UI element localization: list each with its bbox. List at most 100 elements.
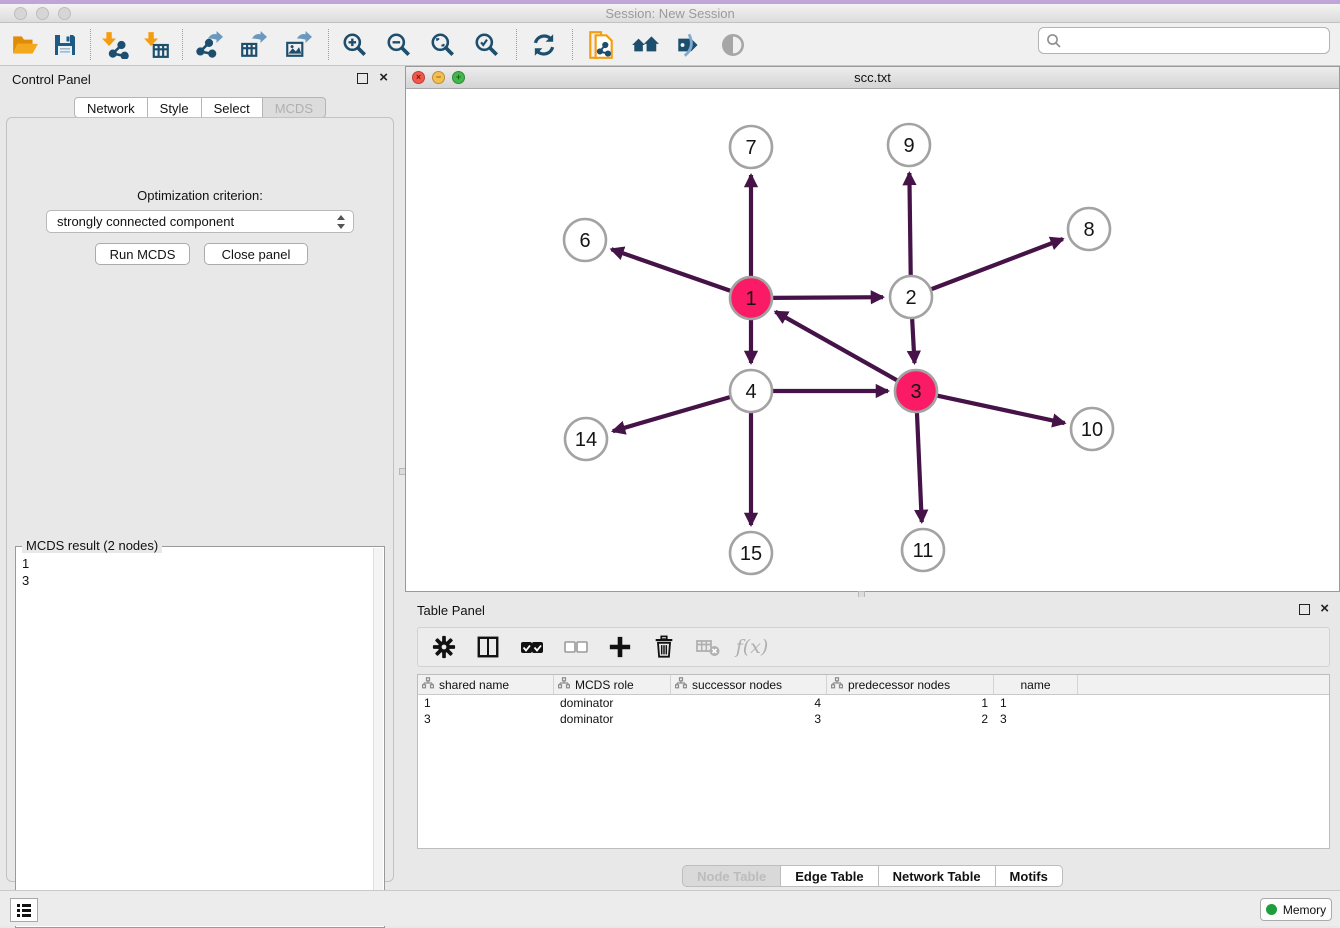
import-table-icon[interactable] <box>140 28 174 62</box>
graph-edge-2-8[interactable] <box>932 239 1063 289</box>
save-session-icon[interactable] <box>48 28 82 62</box>
new-network-from-selection-icon[interactable] <box>584 28 618 62</box>
cell-successor-nodes[interactable]: 4 <box>671 695 827 711</box>
graph-node-8[interactable]: 8 <box>1068 208 1110 250</box>
optimization-criterion-label: Optimization criterion: <box>7 188 393 203</box>
tab-network[interactable]: Network <box>74 97 148 118</box>
status-bar: Memory <box>0 890 1340 926</box>
show-column-panel-icon[interactable] <box>474 633 502 661</box>
result-scrollbar[interactable] <box>373 548 383 926</box>
graph-node-4[interactable]: 4 <box>730 370 772 412</box>
column-type-icon <box>675 677 687 692</box>
memory-button[interactable]: Memory <box>1260 898 1332 921</box>
export-network-icon[interactable] <box>192 28 226 62</box>
graph-node-1[interactable]: 1 <box>730 277 772 319</box>
graph-edge-1-6[interactable] <box>611 249 730 291</box>
tab-edge-table[interactable]: Edge Table <box>781 865 878 887</box>
graph-edge-3-1[interactable] <box>775 312 896 380</box>
table-tabs: Node TableEdge TableNetwork TableMotifs <box>405 865 1340 887</box>
mcds-panel: Optimization criterion: strongly connect… <box>6 117 394 882</box>
run-mcds-button[interactable]: Run MCDS <box>95 243 190 265</box>
tab-node-table[interactable]: Node Table <box>682 865 781 887</box>
function-builder-icon: f(x) <box>738 633 766 661</box>
zoom-in-icon[interactable] <box>338 28 372 62</box>
zoom-selected-icon[interactable] <box>470 28 504 62</box>
column-header-MCDS-role[interactable]: MCDS role <box>554 675 671 694</box>
close-table-panel-icon[interactable]: × <box>1320 600 1329 618</box>
show-graphics-details-icon[interactable] <box>716 28 750 62</box>
graph-edge-3-10[interactable] <box>938 396 1065 423</box>
column-header-shared-name[interactable]: shared name <box>418 675 554 694</box>
graph-edge-4-14[interactable] <box>613 397 730 431</box>
tab-motifs[interactable]: Motifs <box>996 865 1063 887</box>
application-window: Session: New Session <box>0 0 1340 926</box>
graph-edge-3-11[interactable] <box>917 413 922 522</box>
close-panel-icon[interactable]: × <box>379 69 388 87</box>
graph-node-6[interactable]: 6 <box>564 219 606 261</box>
table-row[interactable]: 1dominator411 <box>418 695 1329 711</box>
cell-predecessor-nodes[interactable]: 1 <box>827 695 994 711</box>
cell-name[interactable]: 3 <box>994 711 1078 727</box>
toolbar-separator <box>572 29 573 60</box>
network-canvas[interactable]: 7 9 6 8 1 2 4 3 14 10 15 11 <box>406 89 1339 591</box>
cell-successor-nodes[interactable]: 3 <box>671 711 827 727</box>
cell-MCDS-role[interactable]: dominator <box>554 711 671 727</box>
network-window-titlebar[interactable]: × − + scc.txt <box>406 67 1339 89</box>
cell-shared-name[interactable]: 1 <box>418 695 554 711</box>
column-header-name[interactable]: name <box>994 675 1078 694</box>
open-session-icon[interactable] <box>8 28 42 62</box>
svg-text:14: 14 <box>575 429 597 451</box>
cell-shared-name[interactable]: 3 <box>418 711 554 727</box>
tab-mcds[interactable]: MCDS <box>263 97 326 118</box>
tab-style[interactable]: Style <box>148 97 202 118</box>
graph-node-2[interactable]: 2 <box>890 276 932 318</box>
tab-network-table[interactable]: Network Table <box>879 865 996 887</box>
cell-MCDS-role[interactable]: dominator <box>554 695 671 711</box>
graph-node-11[interactable]: 11 <box>902 529 944 571</box>
graph-edge-1-2[interactable] <box>773 297 883 298</box>
svg-text:1: 1 <box>745 288 756 310</box>
graph-node-9[interactable]: 9 <box>888 124 930 166</box>
tab-select[interactable]: Select <box>202 97 263 118</box>
float-table-panel-icon[interactable] <box>1299 604 1310 615</box>
table-options-icon[interactable] <box>430 633 458 661</box>
graph-node-15[interactable]: 15 <box>730 532 772 574</box>
main-toolbar <box>0 23 1340 66</box>
table-row[interactable]: 3dominator323 <box>418 711 1329 727</box>
import-network-icon[interactable] <box>98 28 132 62</box>
column-header-predecessor-nodes[interactable]: predecessor nodes <box>827 675 994 694</box>
unselect-all-columns-icon[interactable] <box>562 633 590 661</box>
delete-columns-icon[interactable] <box>650 633 678 661</box>
graph-node-14[interactable]: 14 <box>565 418 607 460</box>
home-first-neighbors-icon[interactable] <box>628 28 662 62</box>
zoom-out-icon[interactable] <box>382 28 416 62</box>
export-table-icon[interactable] <box>236 28 270 62</box>
search-icon <box>1045 32 1063 50</box>
delete-table-icon <box>694 633 722 661</box>
hide-selected-icon[interactable] <box>672 28 706 62</box>
criterion-select[interactable]: strongly connected component <box>46 210 354 233</box>
graph-node-10[interactable]: 10 <box>1071 408 1113 450</box>
zoom-fit-icon[interactable] <box>426 28 460 62</box>
close-panel-button[interactable]: Close panel <box>204 243 308 265</box>
graph-edge-2-9[interactable] <box>909 173 910 275</box>
search-box[interactable] <box>1038 27 1330 54</box>
export-image-icon[interactable] <box>281 28 315 62</box>
mcds-result-text[interactable]: 1 3 <box>22 555 384 589</box>
graph-edge-2-3[interactable] <box>912 319 914 363</box>
svg-text:3: 3 <box>910 381 921 403</box>
task-history-button[interactable] <box>10 898 38 922</box>
search-input[interactable] <box>1063 33 1329 48</box>
add-column-icon[interactable] <box>606 633 634 661</box>
cell-name[interactable]: 1 <box>994 695 1078 711</box>
control-panel-header: Control Panel × <box>0 66 400 92</box>
mcds-result-box: MCDS result (2 nodes) 1 3 <box>15 546 385 928</box>
column-type-icon <box>422 677 434 692</box>
float-panel-icon[interactable] <box>357 73 368 84</box>
graph-node-3[interactable]: 3 <box>895 370 937 412</box>
column-header-successor-nodes[interactable]: successor nodes <box>671 675 827 694</box>
cell-predecessor-nodes[interactable]: 2 <box>827 711 994 727</box>
apply-layout-icon[interactable] <box>527 28 561 62</box>
select-all-columns-icon[interactable] <box>518 633 546 661</box>
graph-node-7[interactable]: 7 <box>730 126 772 168</box>
